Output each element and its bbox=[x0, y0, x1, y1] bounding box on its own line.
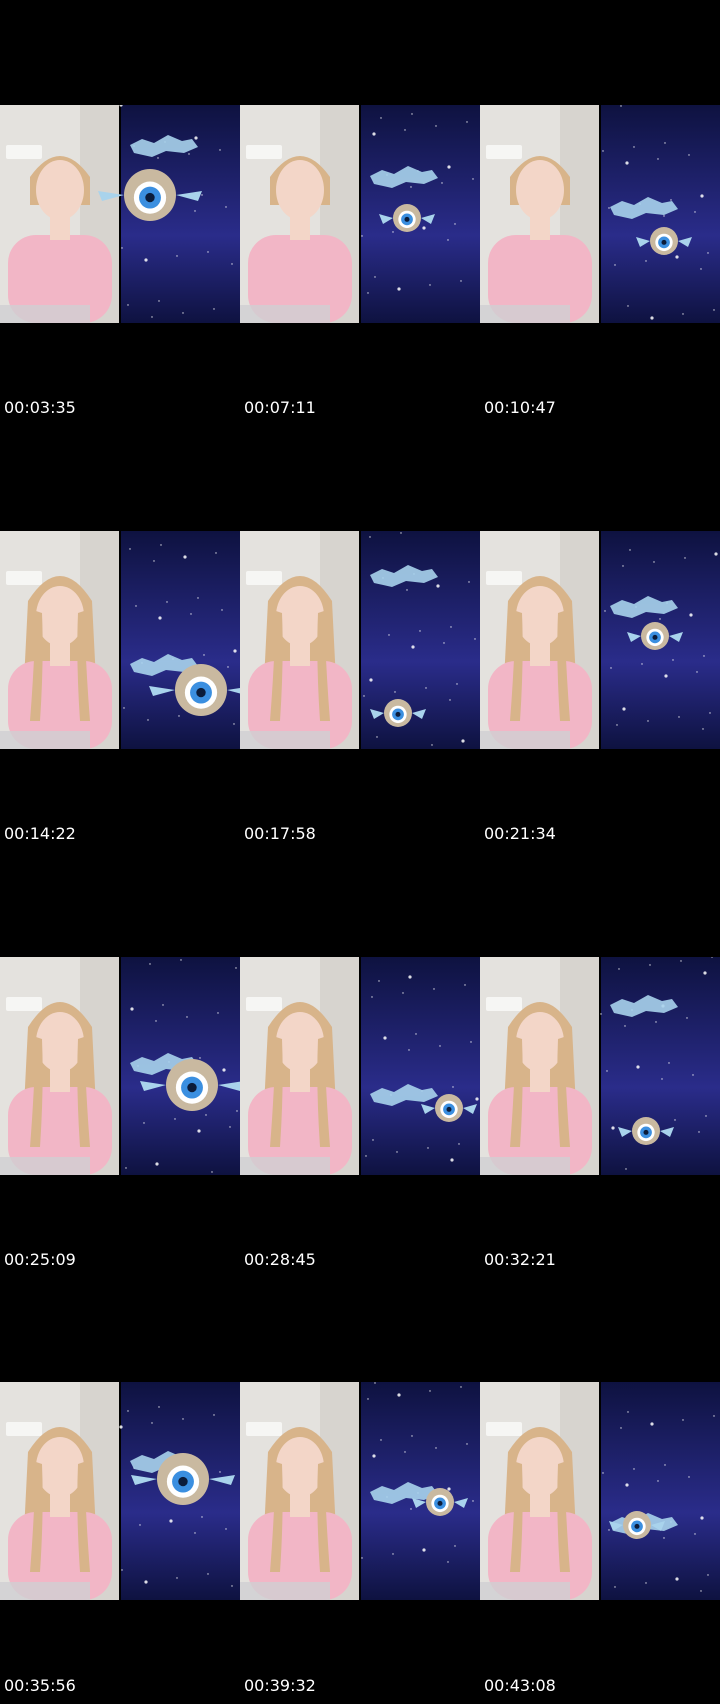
person-panel bbox=[480, 1382, 599, 1600]
video-thumbnail[interactable] bbox=[480, 105, 720, 323]
thumbnail-image bbox=[0, 105, 240, 323]
thumbnail-timestamp: 00:03:35 bbox=[4, 398, 76, 417]
video-thumbnail[interactable] bbox=[240, 1382, 480, 1600]
thumbnail-timestamp: 00:07:11 bbox=[244, 398, 316, 417]
person-panel bbox=[0, 105, 119, 323]
thumbnail-timestamp: 00:28:45 bbox=[244, 1250, 316, 1269]
video-thumbnail[interactable] bbox=[0, 105, 240, 323]
thumbnail-timestamp: 00:32:21 bbox=[484, 1250, 556, 1269]
thumbnail-image bbox=[240, 1382, 480, 1600]
contact-sheet: { "thumbnails": [ {"timestamp": "00:03:3… bbox=[0, 0, 720, 1704]
video-thumbnail[interactable] bbox=[240, 957, 480, 1175]
person-panel bbox=[480, 957, 599, 1175]
thumbnail-timestamp: 00:43:08 bbox=[484, 1676, 556, 1695]
thumbnail-timestamp: 00:14:22 bbox=[4, 824, 76, 843]
thumbnail-timestamp: 00:25:09 bbox=[4, 1250, 76, 1269]
video-thumbnail[interactable] bbox=[480, 531, 720, 749]
video-thumbnail[interactable] bbox=[240, 531, 480, 749]
thumbnail-image bbox=[0, 957, 240, 1175]
person-panel bbox=[240, 1382, 359, 1600]
thumbnail-image bbox=[480, 531, 720, 749]
video-thumbnail[interactable] bbox=[0, 531, 240, 749]
person-panel bbox=[0, 1382, 119, 1600]
person-panel bbox=[240, 105, 359, 323]
thumbnail-image bbox=[480, 105, 720, 323]
space-panel bbox=[361, 531, 480, 749]
thumbnail-image bbox=[240, 105, 480, 323]
video-thumbnail[interactable] bbox=[240, 105, 480, 323]
person-panel bbox=[480, 531, 599, 749]
person-panel bbox=[480, 105, 599, 323]
video-thumbnail[interactable] bbox=[0, 957, 240, 1175]
person-panel bbox=[240, 531, 359, 749]
thumbnail-image bbox=[0, 1382, 240, 1600]
space-panel bbox=[119, 1382, 240, 1600]
thumbnail-timestamp: 00:10:47 bbox=[484, 398, 556, 417]
thumbnail-image bbox=[240, 531, 480, 749]
video-thumbnail[interactable] bbox=[480, 957, 720, 1175]
thumbnail-image bbox=[480, 1382, 720, 1600]
thumbnail-image bbox=[480, 957, 720, 1175]
video-thumbnail[interactable] bbox=[0, 1382, 240, 1600]
space-panel bbox=[601, 105, 720, 323]
space-panel bbox=[361, 957, 480, 1175]
video-thumbnail[interactable] bbox=[480, 1382, 720, 1600]
space-panel bbox=[601, 1382, 720, 1600]
thumbnail-timestamp: 00:21:34 bbox=[484, 824, 556, 843]
space-panel bbox=[361, 1382, 480, 1600]
thumbnail-timestamp: 00:39:32 bbox=[244, 1676, 316, 1695]
person-panel bbox=[0, 957, 119, 1175]
thumbnail-image bbox=[0, 531, 240, 749]
space-panel bbox=[601, 531, 720, 749]
person-panel bbox=[240, 957, 359, 1175]
space-panel bbox=[600, 957, 720, 1175]
thumbnail-timestamp: 00:35:56 bbox=[4, 1676, 76, 1695]
space-panel bbox=[121, 957, 240, 1175]
thumbnail-timestamp: 00:17:58 bbox=[244, 824, 316, 843]
space-panel bbox=[121, 531, 240, 749]
person-panel bbox=[0, 531, 119, 749]
space-panel bbox=[361, 105, 480, 323]
thumbnail-image bbox=[240, 957, 480, 1175]
